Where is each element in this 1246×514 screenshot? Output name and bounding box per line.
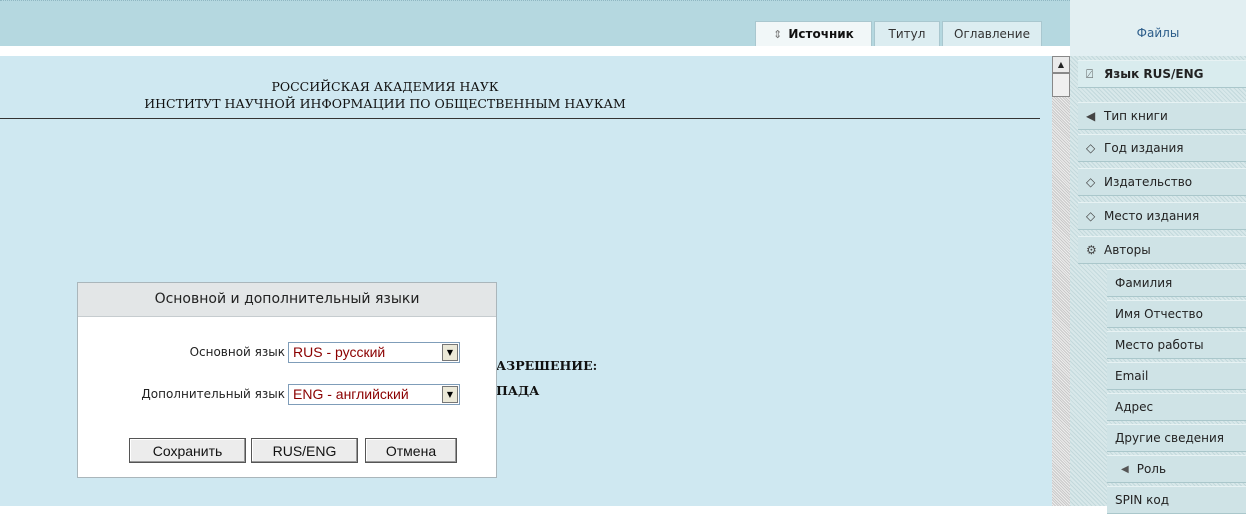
author-field-other[interactable]: Другие сведения (1107, 424, 1246, 452)
language-dialog: Основной и дополнительный языки Основной… (77, 282, 497, 478)
tab-contents-label: Оглавление (954, 27, 1030, 41)
sidebar-item-publisher[interactable]: ◇ Издательство (1078, 168, 1246, 196)
tab-title-page-label: Титул (888, 27, 926, 41)
triangle-left-icon: ◀ (1121, 463, 1129, 475)
secondary-language-select[interactable]: ENG - английский ▼ (288, 384, 460, 405)
primary-language-row: Основной язык RUS - русский ▼ (78, 342, 498, 364)
author-field-email[interactable]: Email (1107, 362, 1246, 390)
author-field-label: SPIN код (1115, 493, 1170, 507)
chevron-down-icon[interactable]: ▼ (442, 386, 458, 403)
sidebar-item-label: Язык RUS/ENG (1104, 67, 1204, 81)
document-line-2: ИНСТИТУТ НАУЧНОЙ ИНФОРМАЦИИ ПО ОБЩЕСТВЕН… (144, 96, 626, 111)
primary-language-value: RUS - русский (293, 344, 386, 360)
files-label: Файлы (1136, 26, 1180, 40)
author-field-label: Имя Отчество (1115, 307, 1203, 321)
chevron-down-icon[interactable]: ▼ (442, 344, 458, 361)
sidebar-item-year[interactable]: ◇ Год издания (1078, 134, 1246, 162)
author-field-workplace[interactable]: Место работы (1107, 331, 1246, 359)
primary-language-select[interactable]: RUS - русский ▼ (288, 342, 460, 363)
sidebar-item-authors[interactable]: ⚙ Авторы (1078, 236, 1246, 264)
tag-icon: ◇ (1086, 175, 1096, 189)
author-field-spin[interactable]: SPIN код (1107, 486, 1246, 514)
sidebar-item-label: Место издания (1104, 209, 1200, 223)
author-field-address[interactable]: Адрес (1107, 393, 1246, 421)
author-field-label: Фамилия (1115, 276, 1173, 290)
sidebar-item-label: Год издания (1104, 141, 1184, 155)
sidebar-item-label: Авторы (1104, 243, 1151, 257)
author-field-surname[interactable]: Фамилия (1107, 269, 1246, 297)
primary-language-label: Основной язык (189, 345, 285, 359)
files-header[interactable]: Файлы (1070, 0, 1246, 56)
sidebar-item-place[interactable]: ◇ Место издания (1078, 202, 1246, 230)
document-fragment-1: АЗРЕШЕНИЕ: (496, 358, 598, 373)
tag-icon: ◇ (1086, 209, 1096, 223)
author-field-label: Место работы (1115, 338, 1204, 352)
scroll-thumb[interactable] (1052, 73, 1070, 97)
sidebar-item-language[interactable]: ⍁ Язык RUS/ENG (1078, 60, 1246, 88)
vertical-scrollbar[interactable]: ▲ (1052, 56, 1070, 506)
author-field-label: Адрес (1115, 400, 1154, 414)
sidebar-item-label: Издательство (1104, 175, 1193, 189)
cancel-button[interactable]: Отмена (365, 438, 457, 463)
document-line-1: РОССИЙСКАЯ АКАДЕМИЯ НАУК (271, 79, 499, 94)
author-field-name[interactable]: Имя Отчество (1107, 300, 1246, 328)
rus-eng-button[interactable]: RUS/ENG (251, 438, 358, 463)
scroll-up-arrow-icon[interactable]: ▲ (1052, 56, 1070, 73)
header-divider (0, 118, 1040, 119)
sidebar-item-book-type[interactable]: ◀ Тип книги (1078, 102, 1246, 130)
save-button[interactable]: Сохранить (129, 438, 246, 463)
secondary-language-row: Дополнительный язык ENG - английский ▼ (78, 384, 498, 406)
language-icon: ⍁ (1086, 66, 1094, 81)
tab-source-label: Источник (788, 27, 854, 41)
metadata-sidebar: ⍁ Язык RUS/ENG ◀ Тип книги ◇ Год издания… (1070, 56, 1246, 514)
tab-source[interactable]: ⇕ Источник (755, 21, 872, 46)
triangle-left-icon: ◀ (1086, 109, 1096, 123)
author-field-label: Роль (1136, 462, 1167, 476)
secondary-language-value: ENG - английский (293, 386, 409, 402)
author-field-label: Другие сведения (1115, 431, 1224, 445)
document-fragment-2: ПАДА (496, 383, 540, 398)
dialog-title: Основной и дополнительный языки (78, 283, 496, 317)
sidebar-item-label: Тип книги (1104, 109, 1168, 123)
secondary-language-label: Дополнительный язык (141, 387, 285, 401)
gear-icon: ⚙ (1086, 243, 1097, 257)
top-tab-bar: ⇕ Источник Титул Оглавление (0, 0, 1070, 46)
author-field-role[interactable]: ◀ Роль (1107, 455, 1246, 483)
author-field-label: Email (1115, 369, 1149, 383)
tag-icon: ◇ (1086, 141, 1096, 155)
tab-title-page[interactable]: Титул (874, 21, 940, 46)
sort-arrows-icon: ⇕ (773, 27, 783, 41)
document-header: РОССИЙСКАЯ АКАДЕМИЯ НАУК ИНСТИТУТ НАУЧНО… (0, 78, 770, 112)
tab-contents[interactable]: Оглавление (942, 21, 1042, 46)
